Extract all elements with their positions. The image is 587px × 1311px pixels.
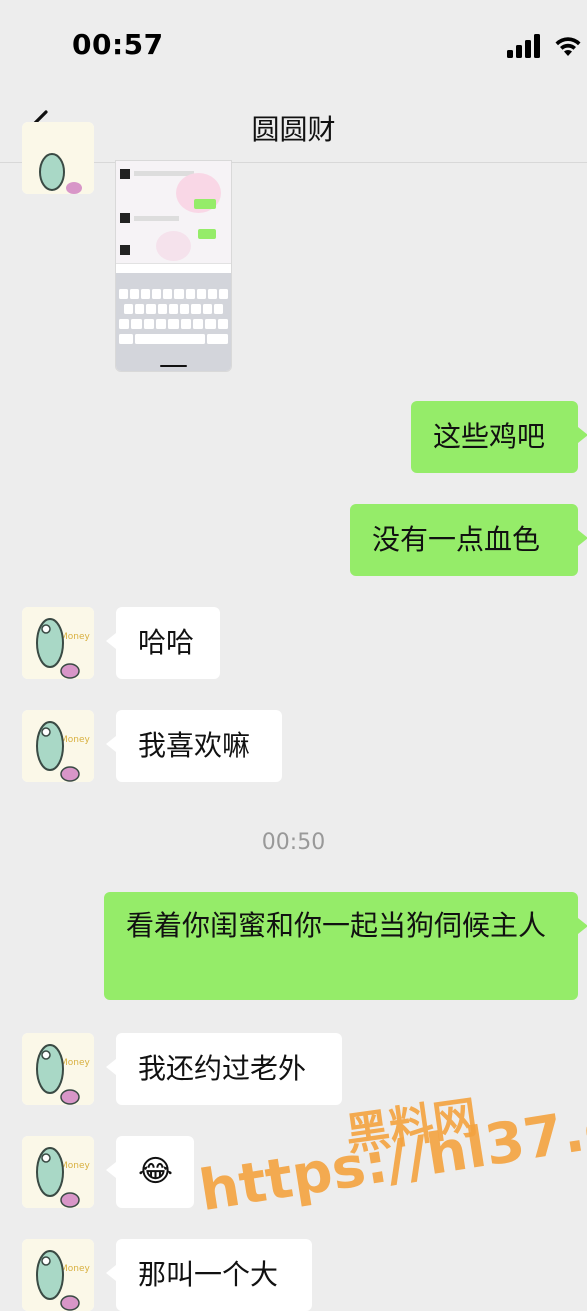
cellular-signal-icon bbox=[507, 34, 543, 58]
contact-avatar[interactable]: Money bbox=[22, 607, 94, 679]
message-text: 没有一点血色 bbox=[372, 523, 541, 556]
svg-text:Money: Money bbox=[60, 1161, 91, 1171]
message-text: 我还约过老外 bbox=[138, 1052, 307, 1085]
message-bubble-incoming[interactable]: 那叫一个大 bbox=[106, 1239, 312, 1311]
message-bubble-incoming[interactable]: 哈哈 bbox=[106, 607, 220, 679]
message-text: 看着你闺蜜和你一起当狗伺候主人 bbox=[126, 909, 547, 942]
svg-text:Money: Money bbox=[60, 1264, 91, 1274]
message-bubble-outgoing[interactable]: 没有一点血色 bbox=[350, 504, 587, 576]
svg-text:Money: Money bbox=[60, 1058, 91, 1068]
laughing-tears-emoji: 😂 bbox=[138, 1154, 174, 1189]
status-bar: 00:57 bbox=[0, 0, 587, 90]
contact-avatar[interactable]: Money bbox=[22, 1239, 94, 1311]
message-bubble-incoming[interactable]: 😂 bbox=[106, 1136, 194, 1208]
status-time: 00:57 bbox=[72, 28, 164, 61]
keyboard-thumbnail bbox=[116, 273, 231, 371]
message-text: 我喜欢嘛 bbox=[138, 729, 251, 762]
message-text: 这些鸡吧 bbox=[433, 420, 546, 453]
message-bubble-incoming[interactable]: 我还约过老外 bbox=[106, 1033, 342, 1105]
contact-avatar[interactable]: Money bbox=[22, 1136, 94, 1208]
message-bubble-incoming[interactable]: 我喜欢嘛 bbox=[106, 710, 282, 782]
contact-avatar[interactable] bbox=[22, 122, 94, 194]
message-text: 哈哈 bbox=[138, 626, 195, 659]
watermark-site-name: 黑料网 bbox=[342, 1092, 481, 1161]
contact-avatar[interactable]: Money bbox=[22, 1033, 94, 1105]
svg-text:Money: Money bbox=[60, 735, 91, 745]
watermark-url: https://hl37.co bbox=[195, 1088, 587, 1225]
contact-avatar[interactable]: Money bbox=[22, 710, 94, 782]
shared-screenshot-image[interactable] bbox=[115, 160, 232, 372]
message-bubble-outgoing[interactable]: 这些鸡吧 bbox=[411, 401, 587, 473]
message-text: 那叫一个大 bbox=[138, 1258, 279, 1291]
message-bubble-outgoing[interactable]: 看着你闺蜜和你一起当狗伺候主人 bbox=[104, 892, 587, 1000]
wifi-icon bbox=[555, 37, 581, 56]
message-timestamp: 00:50 bbox=[261, 830, 326, 855]
svg-text:Money: Money bbox=[60, 632, 91, 642]
